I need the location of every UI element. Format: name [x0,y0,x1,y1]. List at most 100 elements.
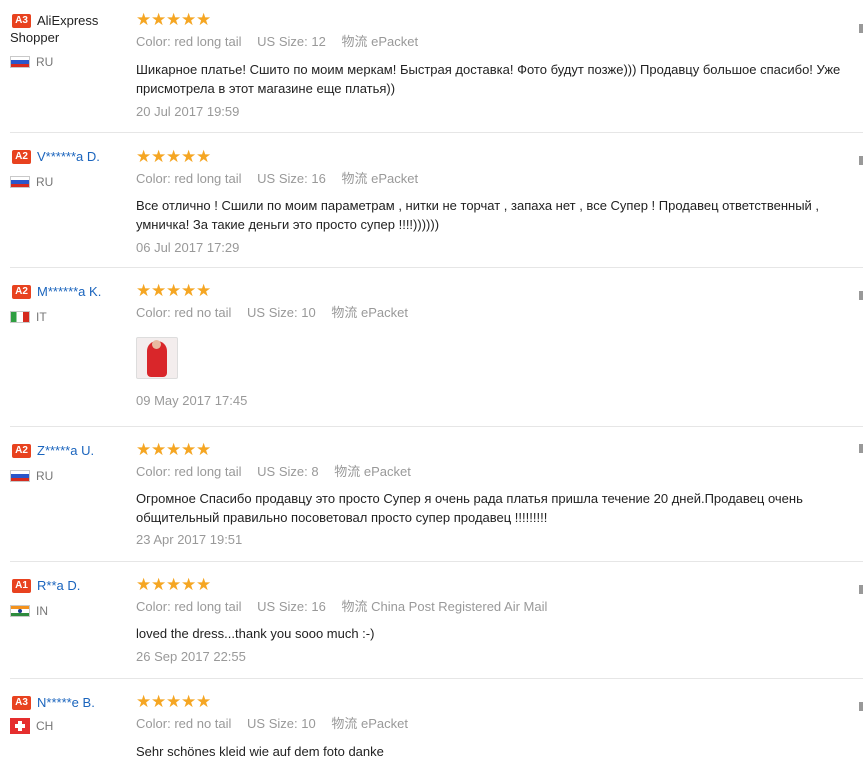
review-text: Огромное Спасибо продавцу это просто Суп… [136,491,803,525]
color-value: red long tail [174,599,242,614]
star-icon: ★ [166,10,182,29]
shipping-value: ePacket [363,464,411,479]
review-item: A1 R**a D. IN ★★★★★ Color: red long tail … [10,561,863,679]
reviewer-name-link[interactable]: V******a D. [37,149,100,164]
review-body: ★★★★★ Color: red long tail US Size: 8 物流… [136,440,863,548]
review-date: 20 Jul 2017 19:59 [136,104,240,119]
shipping-value: ePacket [360,716,408,731]
review-text: Все отлично ! Сшили по моим параметрам ,… [136,198,820,232]
star-rating: ★★★★★ [136,281,863,300]
buyer-level-badge: A2 [12,444,31,458]
side-marker [859,291,863,300]
star-icon: ★ [136,440,152,459]
color-value: red no tail [174,305,232,320]
review-text: Шикарное платье! Сшито по моим меркам! Б… [136,62,841,96]
star-rating: ★★★★★ [136,692,863,711]
star-icon: ★ [151,440,167,459]
order-properties: Color: red no tail US Size: 10 物流 ePacke… [136,305,408,320]
star-icon: ★ [151,692,167,711]
order-properties: Color: red long tail US Size: 12 物流 ePac… [136,34,419,49]
reviewer-info: A3 N*****e B. CH [10,694,130,735]
color-value: red no tail [174,716,232,731]
review-item: A3 AliExpress Shopper RU ★★★★★ Color: re… [10,0,863,133]
review-date: 23 Apr 2017 19:51 [136,532,243,547]
reviewer-info: A2 Z*****a U. RU [10,442,130,484]
review-body: ★★★★★ Color: red no tail US Size: 10 物流 … [136,281,863,409]
star-icon: ★ [181,10,197,29]
buyer-level-badge: A1 [12,579,31,593]
flag-icon [10,56,30,68]
reviewer-country: IT [10,309,130,325]
star-rating: ★★★★★ [136,10,863,29]
color-value: red long tail [174,464,242,479]
star-icon: ★ [166,147,182,166]
flag-icon [10,176,30,189]
review-item: A3 N*****e B. CH ★★★★★ Color: red no tail… [10,678,863,759]
shipping-value: ePacket [360,305,408,320]
star-icon: ★ [166,281,182,300]
star-icon: ★ [196,692,212,711]
color-value: red long tail [174,34,242,49]
shipping-value: ePacket [371,34,419,49]
star-icon: ★ [136,692,152,711]
buyer-level-badge: A2 [12,285,31,299]
size-value: 10 [301,716,316,731]
review-date: 06 Jul 2017 17:29 [136,240,240,255]
review-item: A2 M******a K. IT ★★★★★ Color: red no tai… [10,267,863,427]
figure-head [152,340,161,349]
reviewer-info: A2 M******a K. IT [10,283,130,325]
photo-thumbnail[interactable] [136,337,178,379]
reviewer-info: A1 R**a D. IN [10,577,130,619]
review-body: ★★★★★ Color: red long tail US Size: 16 物… [136,575,863,665]
reviewer-info: A3 AliExpress Shopper RU [10,12,130,70]
star-icon: ★ [181,692,197,711]
reviewer-name-link[interactable]: M******a K. [37,284,101,299]
side-marker [859,702,863,711]
side-marker [859,444,863,453]
flag-icon [10,605,30,618]
side-marker [859,585,863,594]
reviewer-name-continued: Shopper [10,30,60,45]
star-icon: ★ [151,147,167,166]
star-icon: ★ [196,440,212,459]
reviewer-country: CH [10,718,130,735]
review-body: ★★★★★ Color: red long tail US Size: 12 物… [136,10,863,120]
order-properties: Color: red long tail US Size: 16 物流 Chin… [136,599,548,614]
shipping-value: China Post Registered Air Mail [371,599,548,614]
star-icon: ★ [196,575,212,594]
star-icon: ★ [136,10,152,29]
reviewer-country: RU [10,468,130,484]
star-icon: ★ [136,281,152,300]
review-item: A2 V******a D. RU ★★★★★ Color: red long t… [10,132,863,268]
reviewer-name-link[interactable]: R**a D. [37,578,80,593]
order-properties: Color: red no tail US Size: 10 物流 ePacke… [136,716,408,731]
reviewer-name-link[interactable]: N*****e B. [37,695,95,710]
reviewer-country: IN [10,603,130,619]
size-value: 16 [311,599,326,614]
reviewer-name-link[interactable]: Z*****a U. [37,443,94,458]
star-icon: ★ [136,575,152,594]
side-marker [859,156,863,165]
size-value: 16 [311,171,326,186]
shipping-value: ePacket [371,171,419,186]
star-icon: ★ [151,10,167,29]
buyer-level-badge: A2 [12,150,31,164]
review-item: A2 Z*****a U. RU ★★★★★ Color: red long ta… [10,426,863,562]
star-icon: ★ [151,281,167,300]
star-icon: ★ [196,281,212,300]
star-icon: ★ [181,147,197,166]
review-date: 09 May 2017 17:45 [136,393,248,408]
star-icon: ★ [166,692,182,711]
star-icon: ★ [181,575,197,594]
review-body: ★★★★★ Color: red no tail US Size: 10 物流 … [136,692,863,761]
star-icon: ★ [196,147,212,166]
review-date: 26 Sep 2017 22:55 [136,649,246,664]
star-rating: ★★★★★ [136,147,863,166]
star-icon: ★ [166,575,182,594]
star-icon: ★ [196,10,212,29]
flag-icon [10,470,30,483]
buyer-level-badge: A3 [12,14,31,28]
star-rating: ★★★★★ [136,440,863,459]
review-body: ★★★★★ Color: red long tail US Size: 16 物… [136,147,863,256]
flag-icon [10,718,30,735]
